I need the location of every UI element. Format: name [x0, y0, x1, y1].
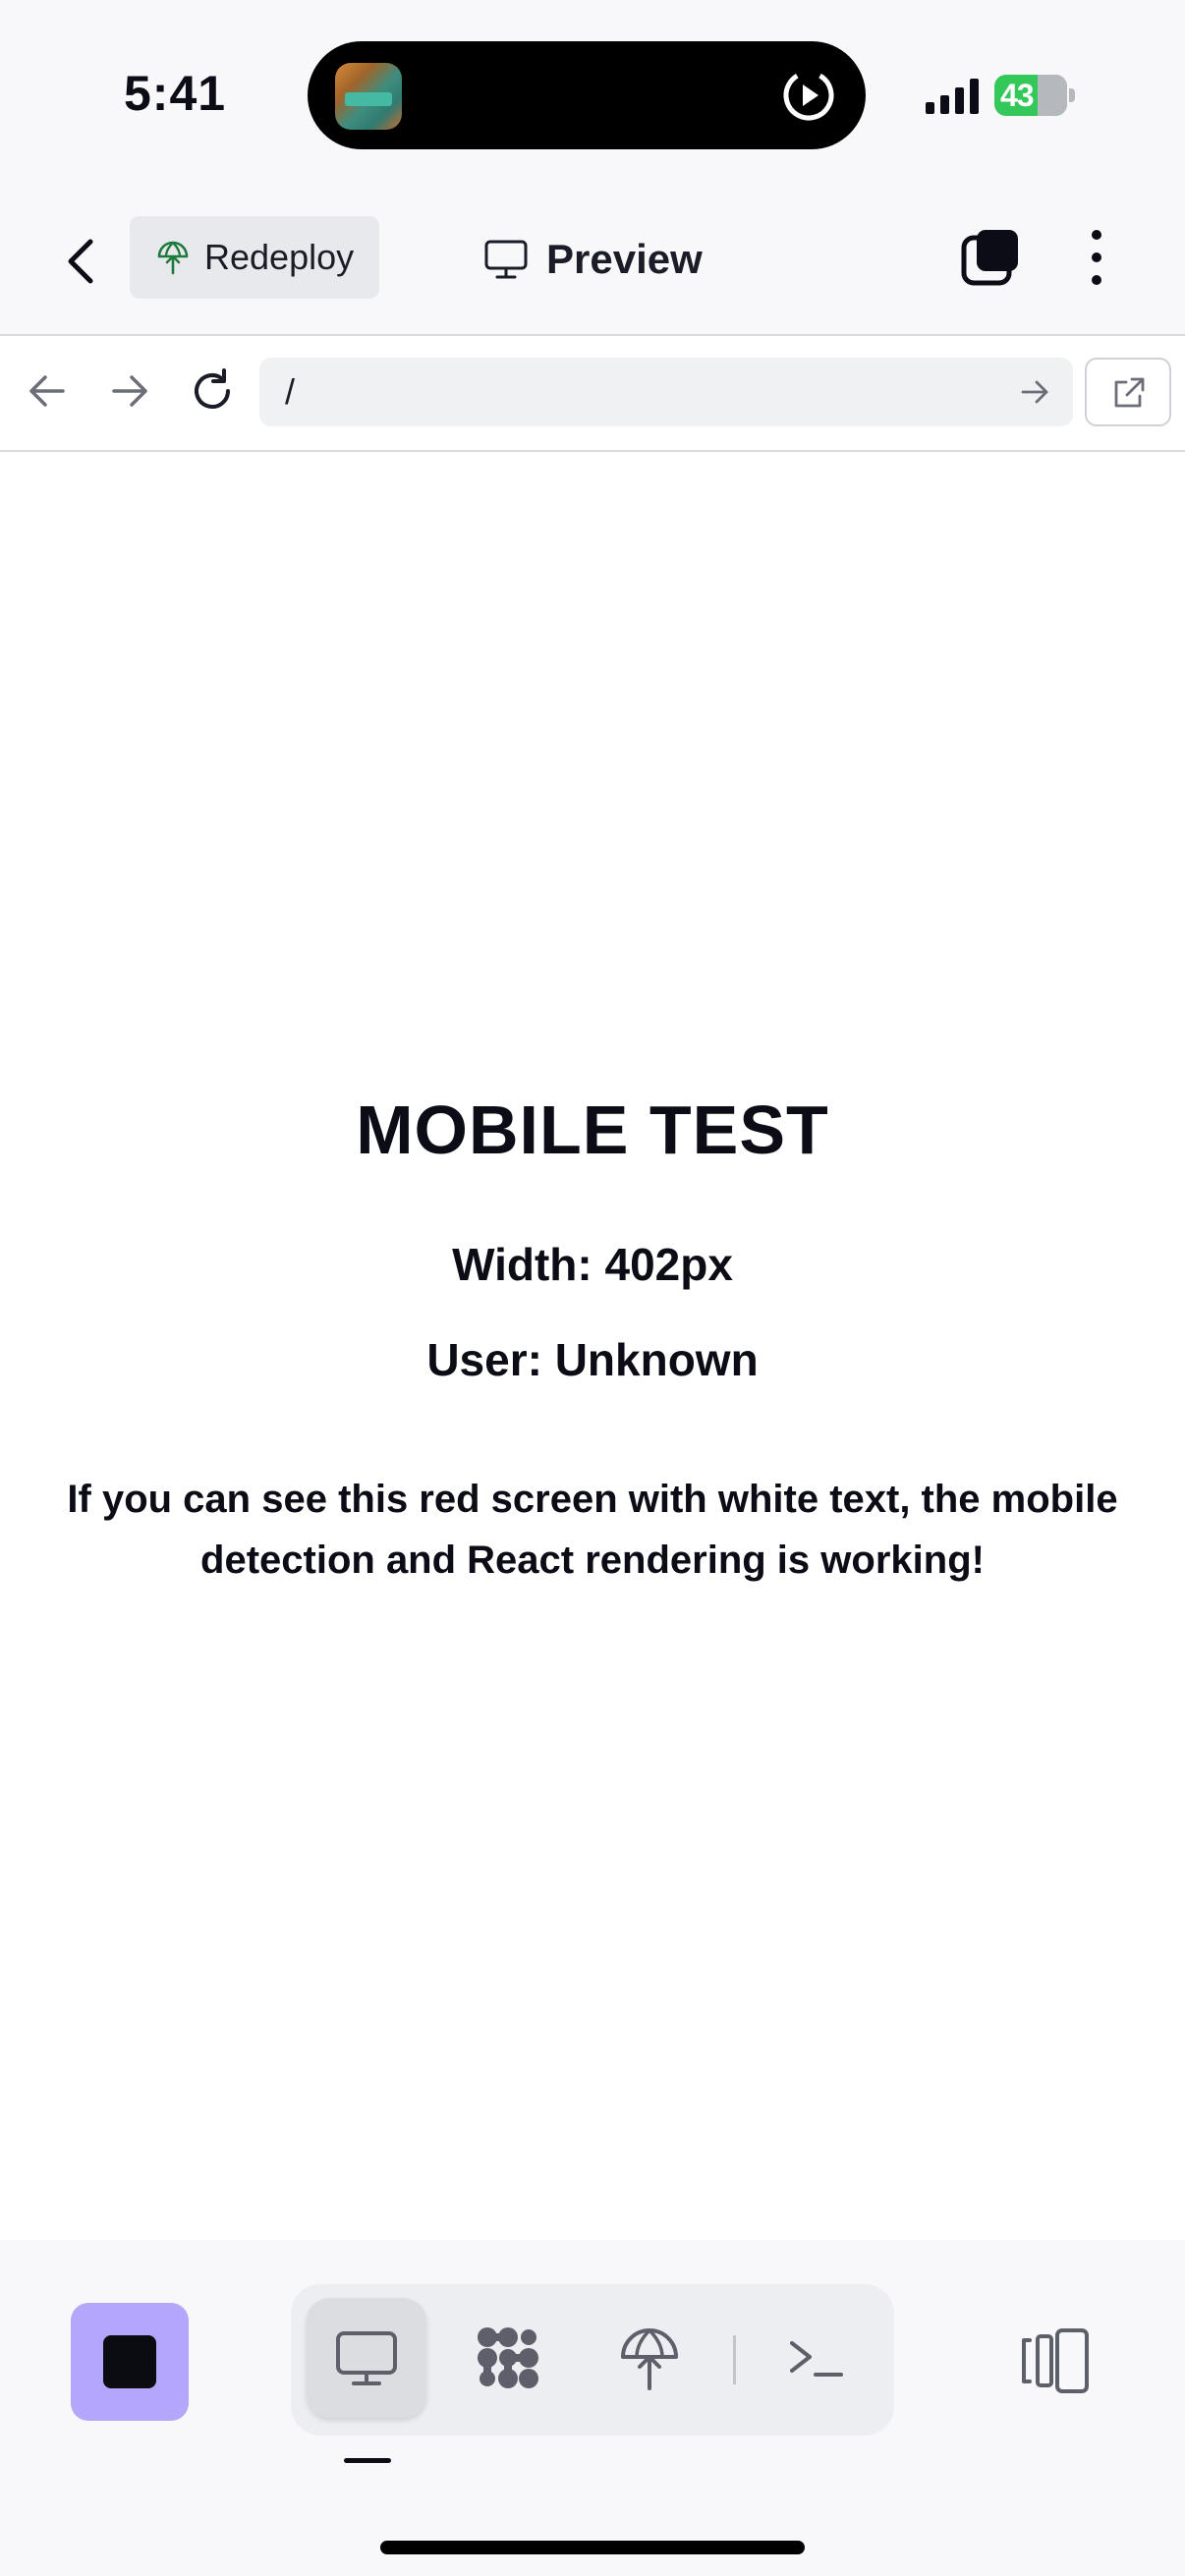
- external-link-icon: [1114, 377, 1145, 408]
- active-tab-indicator: [344, 2458, 391, 2463]
- arrow-left-icon[interactable]: [22, 365, 73, 417]
- app-header: Redeploy Preview: [0, 196, 1185, 336]
- url-input[interactable]: /: [259, 358, 1073, 426]
- battery-level: 43: [1000, 78, 1035, 113]
- url-text: /: [285, 371, 296, 412]
- tool-switcher: [291, 2284, 894, 2436]
- go-arrow-icon[interactable]: [1018, 375, 1051, 409]
- tool-desktop-button[interactable]: [307, 2298, 426, 2418]
- browser-bar: /: [0, 336, 1185, 452]
- battery-icon: 43: [994, 75, 1075, 116]
- tool-terminal-button[interactable]: [757, 2298, 876, 2418]
- status-message: If you can see this red screen with whit…: [67, 1478, 1118, 1582]
- split-view-icon[interactable]: [1018, 2326, 1093, 2395]
- signal-icon: [926, 79, 979, 114]
- arrow-right-icon[interactable]: [104, 365, 155, 417]
- deploy-icon: [157, 241, 189, 275]
- status-time: 5:41: [124, 66, 227, 121]
- preview-tab[interactable]: Preview: [483, 232, 703, 287]
- stop-button[interactable]: [71, 2303, 189, 2421]
- open-external-button[interactable]: [1085, 358, 1171, 426]
- reload-icon[interactable]: [187, 365, 238, 417]
- monitor-icon: [336, 2331, 397, 2385]
- workflow-icon: [478, 2327, 538, 2388]
- status-bar: 5:41 43: [0, 0, 1185, 196]
- now-playing-artwork: [335, 63, 402, 130]
- play-icon: [783, 70, 834, 121]
- terminal-icon: [790, 2341, 843, 2377]
- stop-icon: [103, 2335, 156, 2388]
- redeploy-button[interactable]: Redeploy: [130, 216, 379, 299]
- back-chevron-icon[interactable]: [51, 230, 114, 293]
- user-readout: User: Unknown: [426, 1334, 759, 1385]
- width-readout: Width: 402px: [452, 1239, 733, 1290]
- redeploy-label: Redeploy: [204, 237, 355, 277]
- preview-frame: MOBILE TEST Width: 402px User: Unknown I…: [0, 452, 1185, 2240]
- page-title: MOBILE TEST: [356, 1092, 829, 1168]
- tool-workflow-button[interactable]: [448, 2298, 568, 2418]
- monitor-icon: [484, 240, 528, 279]
- bottom-toolbar: [0, 2240, 1185, 2576]
- more-vertical-icon[interactable]: [1081, 226, 1112, 289]
- home-indicator[interactable]: [380, 2541, 805, 2554]
- windows-icon[interactable]: [959, 226, 1022, 289]
- preview-label: Preview: [546, 236, 703, 282]
- deploy-icon: [621, 2328, 678, 2390]
- toolbar-divider: [733, 2335, 736, 2384]
- dynamic-island[interactable]: [308, 41, 866, 149]
- tool-deploy-button[interactable]: [590, 2298, 709, 2418]
